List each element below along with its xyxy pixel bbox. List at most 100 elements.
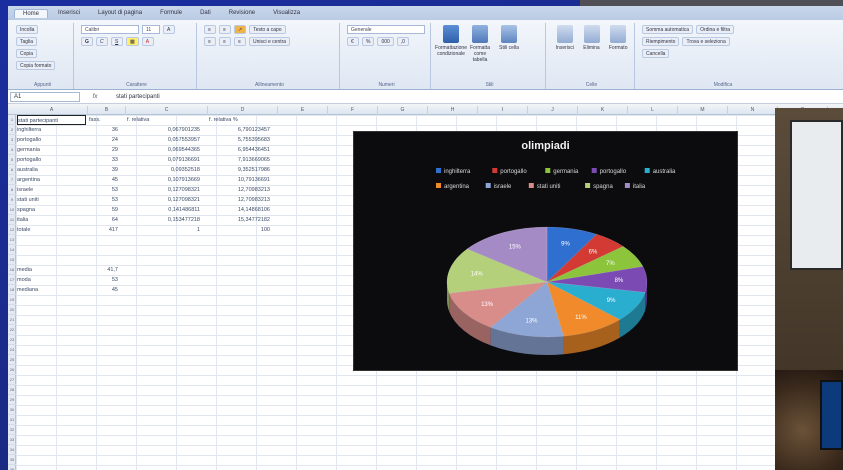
- table-cell[interactable]: australia: [17, 165, 86, 175]
- tab-insert[interactable]: Inserisci: [50, 9, 88, 17]
- paste-button[interactable]: Incolla: [16, 25, 39, 34]
- row-header[interactable]: 28: [8, 385, 16, 395]
- table-cell[interactable]: 0,127098321: [127, 195, 206, 205]
- row-header[interactable]: 36: [8, 465, 16, 470]
- align-right-button[interactable]: ≡: [234, 37, 246, 46]
- font-name-select[interactable]: Calibri: [81, 25, 139, 34]
- stats-cell[interactable]: 41,7: [89, 265, 124, 275]
- stats-cell[interactable]: 53: [89, 275, 124, 285]
- italic-button[interactable]: C: [96, 37, 108, 46]
- table-cell[interactable]: 59: [89, 205, 124, 215]
- formula-input[interactable]: stati partecipanti: [110, 94, 843, 100]
- row-header[interactable]: 15: [8, 255, 16, 265]
- tab-data[interactable]: Dati: [192, 9, 219, 17]
- column-header-f[interactable]: F: [328, 106, 378, 115]
- tab-page-layout[interactable]: Layout di pagina: [90, 9, 150, 17]
- align-left-button[interactable]: ≡: [204, 37, 216, 46]
- row-header[interactable]: 12: [8, 225, 16, 235]
- row-header[interactable]: 16: [8, 265, 16, 275]
- stats-cell[interactable]: 45: [89, 285, 124, 295]
- table-cell[interactable]: 10,79136691: [209, 175, 276, 185]
- row-header[interactable]: 24: [8, 345, 16, 355]
- row-header[interactable]: 30: [8, 405, 16, 415]
- table-cell[interactable]: 0,067901235: [127, 125, 206, 135]
- row-header[interactable]: 21: [8, 315, 16, 325]
- column-header-b[interactable]: B: [88, 106, 126, 115]
- font-size-select[interactable]: 11: [142, 25, 160, 34]
- table-cell[interactable]: portogallo: [17, 155, 86, 165]
- cut-button[interactable]: Taglia: [16, 37, 38, 46]
- underline-button[interactable]: S: [111, 37, 123, 46]
- table-cell[interactable]: 53: [89, 195, 124, 205]
- row-header[interactable]: 35: [8, 455, 16, 465]
- tab-home[interactable]: Home: [14, 8, 49, 18]
- stats-cell[interactable]: moda: [17, 275, 86, 285]
- table-cell[interactable]: 0,057553957: [127, 135, 206, 145]
- decimal-button[interactable]: ,0: [396, 37, 409, 46]
- align-middle-button[interactable]: ≡: [219, 25, 231, 34]
- row-header[interactable]: 5: [8, 155, 16, 165]
- table-cell[interactable]: 0,153477218: [127, 215, 206, 225]
- grow-font-button[interactable]: A: [163, 25, 175, 34]
- row-header[interactable]: 11: [8, 215, 16, 225]
- fill-color-button[interactable]: ▩: [126, 37, 139, 46]
- table-cell[interactable]: 9,352517986: [209, 165, 276, 175]
- delete-cells-button[interactable]: Elimina: [580, 25, 604, 77]
- row-header[interactable]: 14: [8, 245, 16, 255]
- column-header-e[interactable]: E: [278, 106, 328, 115]
- table-cell[interactable]: israele: [17, 185, 86, 195]
- row-header[interactable]: 26: [8, 365, 16, 375]
- pie-chart[interactable]: olimpiadi inghilterra portogallo germania p…: [353, 131, 738, 371]
- table-cell[interactable]: 0,127098321: [127, 185, 206, 195]
- row-header[interactable]: 34: [8, 445, 16, 455]
- conditional-format-button[interactable]: Formattazione condizionale: [435, 25, 467, 77]
- table-cell[interactable]: 29: [89, 145, 124, 155]
- percent-button[interactable]: %: [362, 37, 375, 46]
- column-header-h[interactable]: H: [428, 106, 478, 115]
- row-header[interactable]: 13: [8, 235, 16, 245]
- table-cell[interactable]: 12,70983213: [209, 185, 276, 195]
- thousands-button[interactable]: 000: [377, 37, 394, 46]
- table-cell[interactable]: 53: [89, 185, 124, 195]
- table-cell[interactable]: inghilterra: [17, 125, 86, 135]
- table-cell[interactable]: 100: [209, 225, 276, 235]
- table-cell[interactable]: 6,790123457: [209, 125, 276, 135]
- table-cell[interactable]: 0,079136691: [127, 155, 206, 165]
- stats-cell[interactable]: mediana: [17, 285, 86, 295]
- table-cell[interactable]: spagna: [17, 205, 86, 215]
- autosum-button[interactable]: Somma automatica: [642, 25, 694, 34]
- bold-button[interactable]: G: [81, 37, 93, 46]
- table-header-cell[interactable]: f. relativa %: [209, 115, 276, 125]
- column-header-j[interactable]: J: [528, 106, 578, 115]
- row-header[interactable]: 17: [8, 275, 16, 285]
- orientation-button[interactable]: ↗: [234, 25, 247, 34]
- table-cell[interactable]: 45: [89, 175, 124, 185]
- format-cells-button[interactable]: Formato: [606, 25, 630, 77]
- row-header[interactable]: 2: [8, 125, 16, 135]
- table-cell[interactable]: 24: [89, 135, 124, 145]
- row-header[interactable]: 10: [8, 205, 16, 215]
- table-cell[interactable]: stati uniti: [17, 195, 86, 205]
- format-table-button[interactable]: Formatta come tabella: [467, 25, 493, 77]
- table-header-cell[interactable]: stati partecipanti: [17, 115, 86, 125]
- table-cell[interactable]: portogallo: [17, 135, 86, 145]
- row-header[interactable]: 23: [8, 335, 16, 345]
- row-header[interactable]: 25: [8, 355, 16, 365]
- row-header[interactable]: 33: [8, 435, 16, 445]
- table-cell[interactable]: 15,34772182: [209, 215, 276, 225]
- font-color-button[interactable]: A: [141, 37, 154, 46]
- table-cell[interactable]: germania: [17, 145, 86, 155]
- table-cell[interactable]: 14,14868106: [209, 205, 276, 215]
- align-center-button[interactable]: ≡: [219, 37, 231, 46]
- insert-cells-button[interactable]: Inserisci: [553, 25, 577, 77]
- number-format-select[interactable]: Generale: [347, 25, 425, 34]
- wrap-text-button[interactable]: Testo a capo: [249, 25, 286, 34]
- table-cell[interactable]: italia: [17, 215, 86, 225]
- clear-button[interactable]: Cancella: [642, 49, 670, 58]
- format-painter-button[interactable]: Copia formato: [16, 61, 56, 70]
- row-header[interactable]: 4: [8, 145, 16, 155]
- copy-button[interactable]: Copia: [16, 49, 38, 58]
- tab-view[interactable]: Visualizza: [265, 9, 308, 17]
- table-cell[interactable]: 64: [89, 215, 124, 225]
- table-cell[interactable]: argentina: [17, 175, 86, 185]
